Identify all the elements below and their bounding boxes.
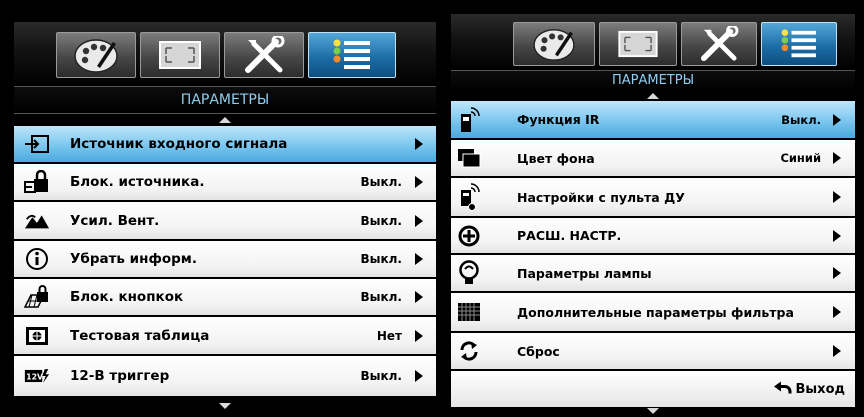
menu-item-ir-function[interactable]: Функция IR Выкл. [451,101,855,140]
menu-item-keypad-lock[interactable]: Блок. кнопкок Выкл. [14,279,436,317]
tools-icon [701,26,739,62]
menu-item-label: Дополнительные параметры фильтра [517,304,794,320]
display-frame-icon [618,30,658,58]
menu-item-label: РАСШ. НАСТР. [517,228,622,243]
12v-trigger-icon: 12V [24,366,50,386]
menu-item-label: Убрать информ. [70,251,197,267]
menu-item-value: Нет [376,328,402,343]
menu-item-test-pattern[interactable]: Тестовая таблица Нет [14,317,436,356]
menu-item-source-lock[interactable]: Блок. источника. Выкл. [14,164,436,202]
menu-item-remote-settings[interactable]: Настройки с пульта ДУ [451,178,855,218]
filter-settings-icon [457,302,481,322]
scroll-up-arrow[interactable] [451,91,855,101]
chevron-right-icon [833,306,841,318]
menu-item-input-source[interactable]: Источник входного сигнала [14,126,436,164]
return-arrow-icon [773,380,793,399]
test-pattern-icon [24,326,50,346]
chevron-right-icon [415,370,423,382]
keypad-lock-icon [24,285,50,309]
lamp-settings-icon [457,260,481,286]
tab-settings[interactable] [681,22,757,66]
menu-item-fan-boost[interactable]: Усил. Вент. Выкл. [14,202,436,241]
display-frame-icon [159,41,201,69]
menu-title: ПАРАМЕТРЫ [451,70,855,92]
advanced-settings-icon [457,225,481,247]
chevron-right-icon [415,253,423,265]
chevron-right-icon [833,113,841,126]
palette-icon [533,29,575,61]
menu-item-label: Блок. кнопкок [70,289,184,305]
menu-item-lamp-settings[interactable]: Параметры лампы [451,255,855,293]
chevron-right-icon [833,345,841,357]
info-hide-icon [24,247,50,271]
menu-item-label: Блок. источника. [70,174,205,190]
tab-image[interactable] [513,22,595,66]
exit-button[interactable]: Выход [451,371,855,407]
chevron-right-icon [833,229,841,242]
tools-icon [245,36,285,73]
scroll-up-arrow[interactable] [14,114,436,126]
chevron-right-icon [415,176,423,188]
menu-item-value: Выкл. [360,213,403,228]
options-list-icon [333,39,370,69]
menu-item-label: Тестовая таблица [70,327,210,344]
menu-item-value: Выкл. [360,175,403,189]
exit-label: Выход [795,381,845,397]
palette-icon [74,39,118,73]
menu-item-background-color[interactable]: Цвет фона Синий [451,140,855,178]
reset-icon [457,340,481,362]
menu-item-value: Выкл. [360,369,403,383]
svg-text:12V: 12V [26,372,43,381]
menu-item-value: Выкл. [360,290,403,304]
tab-options[interactable] [308,32,396,78]
menu-item-label: Усил. Вент. [70,212,160,229]
tab-display[interactable] [140,32,220,78]
tab-settings[interactable] [224,32,304,78]
tab-image[interactable] [56,32,136,78]
menu-item-value: Выкл. [360,252,403,266]
ir-function-icon [457,106,481,134]
menu-item-label: Цвет фона [517,150,595,166]
chevron-right-icon [415,329,423,342]
menu-item-label: Параметры лампы [517,265,652,281]
source-lock-icon [24,170,50,194]
menu-item-advanced-settings[interactable]: РАСШ. НАСТР. [451,218,855,255]
tab-options[interactable] [761,22,837,66]
chevron-right-icon [833,191,841,203]
menu-item-label: Источник входного сигнала [70,136,288,152]
menu-item-value: Синий [780,151,821,165]
menu-item-12v-trigger[interactable]: 12V 12-В триггер Выкл. [14,356,436,398]
chevron-right-icon [415,138,423,150]
menu-item-filter-settings[interactable]: Дополнительные параметры фильтра [451,293,855,333]
chevron-right-icon [415,291,423,303]
right-menu-panel: ПАРАМЕТРЫ Функция IR Выкл. Цвет фона Син… [451,14,855,414]
menu-item-label: Сброс [517,343,560,359]
chevron-right-icon [415,214,423,227]
chevron-right-icon [833,267,841,279]
background-color-icon [457,148,481,168]
tab-bar [451,14,855,70]
menu-item-label: Настройки с пульта ДУ [517,189,685,205]
menu-item-value: Выкл. [781,112,821,127]
left-menu-panel: ПАРАМЕТРЫ Источник входного сигнала Блок… [14,22,436,412]
scroll-down-arrow[interactable] [14,400,436,412]
fan-boost-icon [24,211,50,231]
menu-item-hide-info[interactable]: Убрать информ. Выкл. [14,241,436,279]
menu-item-reset[interactable]: Сброс [451,333,855,371]
tab-display[interactable] [599,22,677,66]
chevron-right-icon [833,152,841,164]
options-list-icon [781,29,816,58]
tab-bar [14,22,436,86]
menu-item-label: 12-В триггер [70,368,170,384]
input-source-icon [24,133,50,155]
menu-item-label: Функция IR [517,112,600,127]
menu-title: ПАРАМЕТРЫ [14,86,436,114]
scroll-down-arrow[interactable] [451,407,855,414]
remote-settings-icon [457,182,481,212]
